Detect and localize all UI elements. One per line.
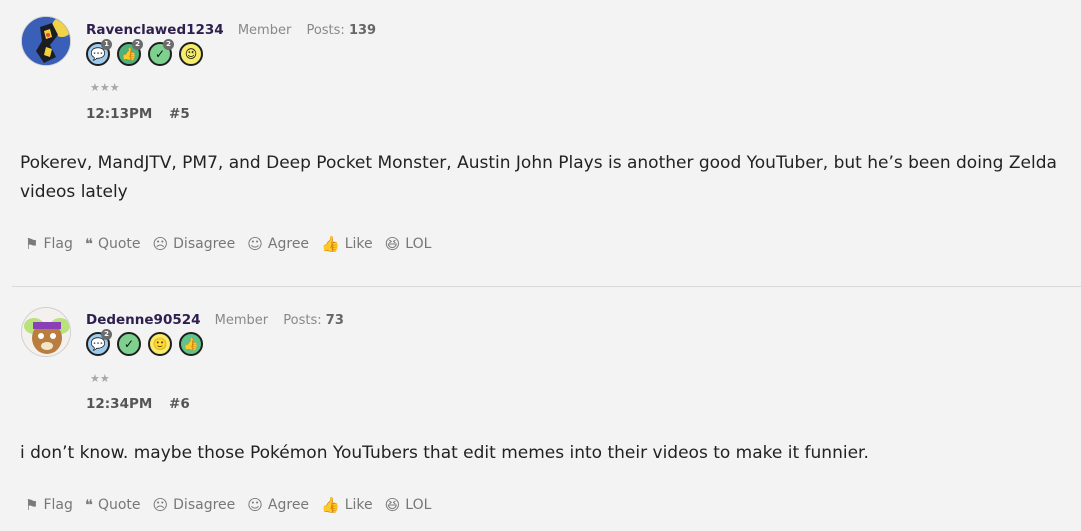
laugh-face-icon: 😆 [384, 235, 401, 253]
flag-button[interactable]: ⚑ Flag [25, 496, 73, 514]
speech-bubble-icon[interactable]: 💬 2 [86, 329, 112, 356]
quote-label: Quote [97, 497, 141, 513]
frown-face-icon: ☹ [152, 496, 169, 514]
quote-button[interactable]: ❝ Quote [85, 496, 141, 514]
agree-button[interactable]: ☺ Agree [247, 235, 309, 253]
smile-face-icon: ☺ [247, 496, 263, 514]
flag-label: Flag [43, 236, 73, 252]
rank-stars: ★★★ [90, 81, 120, 94]
badge-count: 2 [163, 39, 174, 50]
thumbs-up-icon[interactable]: 👍 2 [117, 39, 143, 66]
lol-button[interactable]: 😆 LOL [385, 235, 432, 253]
speech-bubble-icon[interactable]: 💬 1 [86, 39, 112, 66]
avatar[interactable] [21, 307, 71, 357]
username[interactable]: Ravenclawed1234 [86, 22, 224, 38]
badge-list: 💬 1 👍 2 ✓ 2 😉 [86, 39, 203, 70]
thumbs-up-icon[interactable]: 👍 [179, 332, 203, 356]
badge-count: 1 [101, 39, 112, 50]
disagree-label: Disagree [173, 497, 236, 513]
rank-stars: ★★ [90, 372, 110, 385]
posts-label: Posts: [283, 313, 322, 328]
post-5: Ravenclawed1234 Member Posts: 139 💬 1 👍 2 … [0, 0, 1081, 286]
smile-face-icon: ☺ [247, 235, 263, 253]
thumbs-up-icon: 👍 [321, 235, 340, 253]
disagree-button[interactable]: ☹ Disagree [153, 496, 236, 514]
badge-count: 2 [132, 39, 143, 50]
lol-label: LOL [405, 497, 432, 513]
checkmark-icon[interactable]: ✓ [117, 332, 141, 356]
quote-button[interactable]: ❝ Quote [85, 235, 141, 253]
avatar-image [22, 17, 70, 65]
post-meta: 12:34PM #6 [86, 396, 190, 412]
disagree-label: Disagree [173, 236, 236, 252]
laugh-face-icon: 😆 [384, 496, 401, 514]
post-number[interactable]: #6 [169, 396, 190, 412]
agree-button[interactable]: ☺ Agree [247, 496, 309, 514]
flag-icon: ⚑ [25, 235, 39, 253]
agree-label: Agree [267, 497, 310, 513]
post-6: Dedenne90524 Member Posts: 73 💬 2 ✓ 🙂 👍 ★… [0, 286, 1081, 531]
post-time[interactable]: 12:13PM [86, 106, 152, 122]
user-role: Member [214, 313, 269, 328]
user-meta: Ravenclawed1234 Member Posts: 139 [86, 22, 376, 40]
posts-count: 73 [325, 313, 344, 328]
post-number[interactable]: #5 [169, 106, 190, 122]
post-content: i don’t know. maybe those Pokémon YouTub… [20, 443, 869, 463]
quote-icon: ❝ [84, 496, 93, 514]
flag-label: Flag [43, 497, 73, 513]
posts-label: Posts: [306, 23, 345, 38]
username[interactable]: Dedenne90524 [86, 312, 201, 328]
like-button[interactable]: 👍 Like [321, 496, 373, 514]
flag-button[interactable]: ⚑ Flag [25, 235, 73, 253]
lol-button[interactable]: 😆 LOL [385, 496, 432, 514]
quote-label: Quote [97, 236, 141, 252]
avatar-image [22, 308, 70, 356]
like-label: Like [344, 236, 373, 252]
avatar[interactable] [21, 16, 71, 66]
quote-icon: ❝ [84, 235, 93, 253]
post-actions: ⚑ Flag ❝ Quote ☹ Disagree ☺ Agree 👍 Like 😆 LOL [25, 235, 431, 253]
post-meta: 12:13PM #5 [86, 106, 190, 122]
smile-face-icon[interactable]: 🙂 [148, 332, 172, 356]
disagree-button[interactable]: ☹ Disagree [153, 235, 236, 253]
checkmark-icon[interactable]: ✓ 2 [148, 39, 174, 66]
user-role: Member [237, 23, 292, 38]
like-button[interactable]: 👍 Like [321, 235, 373, 253]
post-actions: ⚑ Flag ❝ Quote ☹ Disagree ☺ Agree 👍 Like 😆 LOL [25, 496, 431, 514]
badge-list: 💬 2 ✓ 🙂 👍 [86, 329, 203, 360]
agree-label: Agree [267, 236, 310, 252]
flag-icon: ⚑ [25, 496, 39, 514]
wink-face-icon[interactable]: 😉 [179, 42, 203, 66]
user-meta: Dedenne90524 Member Posts: 73 [86, 312, 344, 330]
badge-count: 2 [101, 329, 112, 340]
posts-count: 139 [348, 23, 377, 38]
thumbs-up-icon: 👍 [321, 496, 340, 514]
post-time[interactable]: 12:34PM [86, 396, 152, 412]
frown-face-icon: ☹ [152, 235, 169, 253]
post-content: Pokerev, MandJTV, PM7, and Deep Pocket M… [20, 153, 1057, 202]
like-label: Like [344, 497, 373, 513]
lol-label: LOL [405, 236, 432, 252]
